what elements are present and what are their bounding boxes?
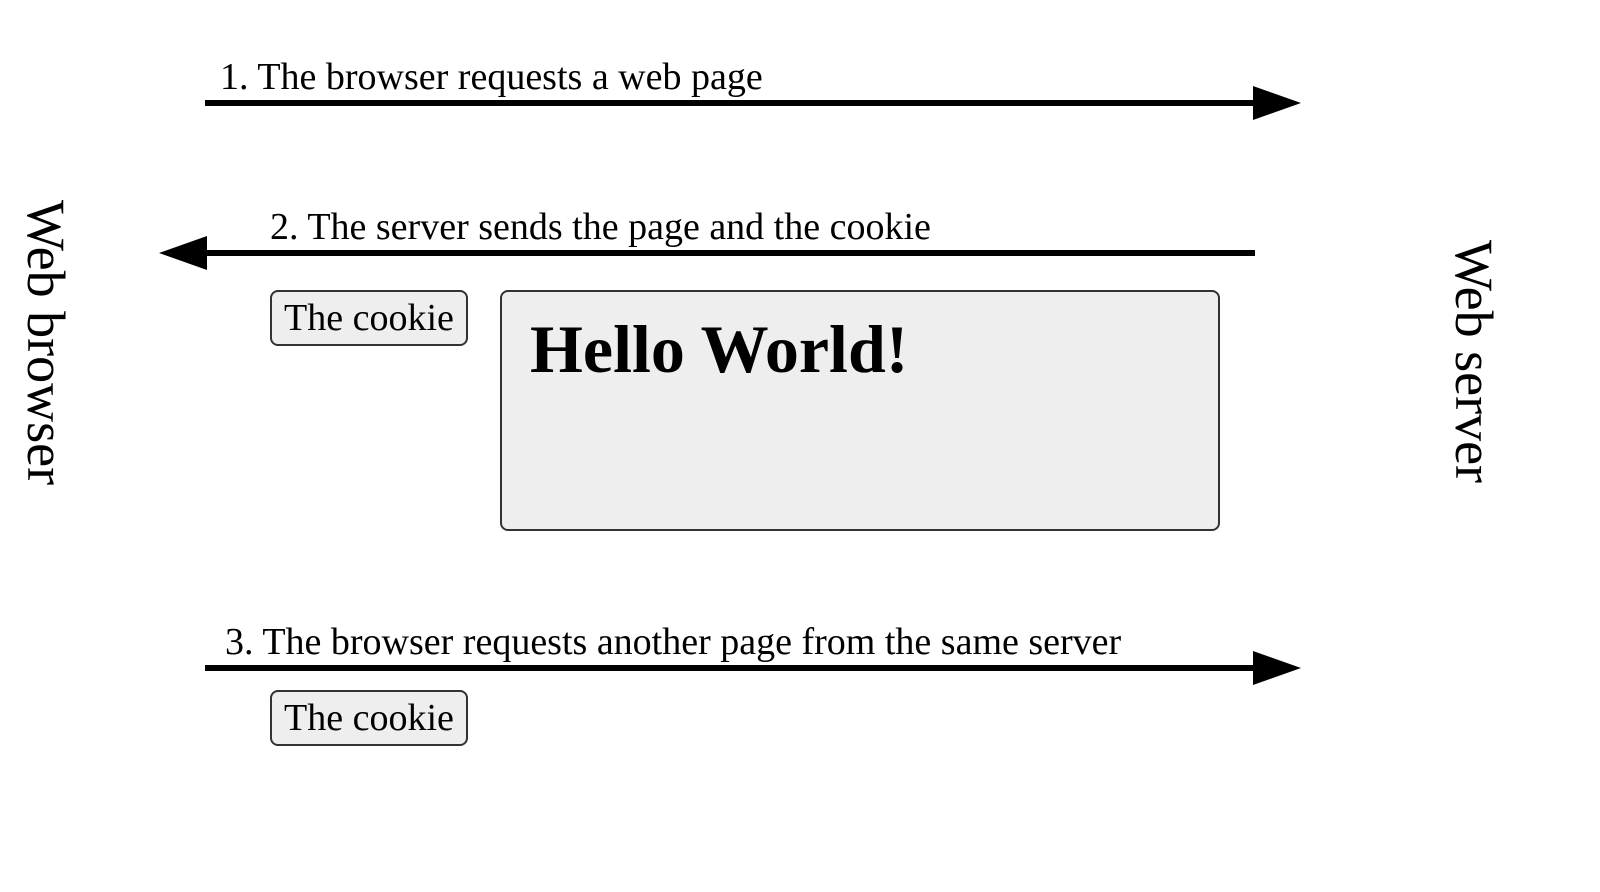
actor-web-browser: Web browser <box>15 200 77 485</box>
cookie-box-response: The cookie <box>270 290 468 346</box>
cookie-flow-diagram: Web browser Web server 1. The browser re… <box>0 0 1600 892</box>
step-2-label: 2. The server sends the page and the coo… <box>270 205 931 249</box>
arrow-right-icon <box>1253 651 1301 685</box>
arrow-3-request <box>205 665 1255 671</box>
arrow-2-response <box>205 250 1255 256</box>
step-1-label: 1. The browser requests a web page <box>220 55 763 99</box>
arrow-left-icon <box>159 236 207 270</box>
arrow-right-icon <box>1253 86 1301 120</box>
actor-web-server: Web server <box>1443 240 1505 483</box>
page-box: Hello World! <box>500 290 1220 531</box>
arrow-1-request <box>205 100 1255 106</box>
step-3-label: 3. The browser requests another page fro… <box>225 620 1121 664</box>
cookie-box-request: The cookie <box>270 690 468 746</box>
